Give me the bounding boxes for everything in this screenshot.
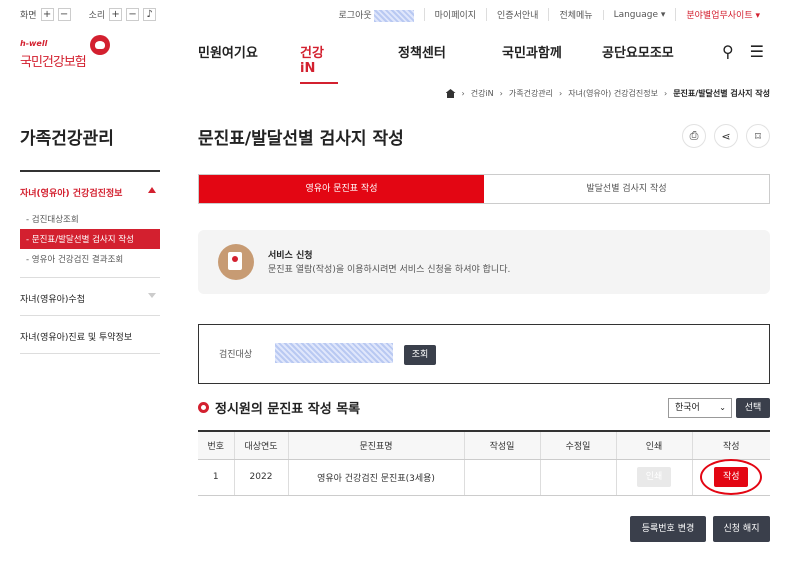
screen-label: 화면 [20, 11, 37, 21]
logo-name: 국민건강보험 [20, 55, 87, 70]
logo-mark-icon [90, 35, 110, 55]
page-title: 문진표/발달선별 검사지 작성 [198, 129, 404, 149]
search-box: 검진대상 조회 [198, 324, 770, 384]
nav-health-in[interactable]: 건강iN [300, 42, 338, 84]
menu-icon[interactable]: ☰ [750, 42, 764, 61]
side-group-child-checkup[interactable]: 자녀(영유아) 건강검진정보 [20, 172, 160, 209]
nav-policy[interactable]: 정책센터 [398, 42, 502, 84]
side-group-child-treatment[interactable]: 자녀(영유아)진료 및 투약정보 [20, 316, 160, 353]
breadcrumb-item[interactable]: 자녀(영유아) 건강검진정보 [568, 88, 658, 99]
screen-zoom-in-button[interactable]: + [40, 8, 54, 21]
col-no: 번호 [198, 430, 234, 460]
change-reg-number-button[interactable]: 등록번호 변경 [630, 516, 706, 542]
language-select[interactable]: 한국어 ⌄ [668, 398, 732, 418]
bookmark-icon[interactable]: ⌑ [746, 124, 770, 148]
location-pin-icon [198, 402, 209, 413]
utility-links: 로그아웃 마이페이지 인증서안내 전체메뉴 Language ▾ 분야별업무사이… [329, 8, 770, 22]
tab-questionnaire[interactable]: 영유아 문진표 작성 [199, 175, 484, 203]
notice-title: 서비스 신청 [268, 251, 313, 261]
chevron-down-icon: ⌄ [719, 403, 726, 412]
user-name-redacted [373, 9, 414, 22]
cell-no: 1 [198, 459, 234, 496]
write-button[interactable]: 작성 [700, 459, 763, 495]
cert-info-link[interactable]: 인증서안내 [486, 8, 548, 22]
accessibility-controls: 화면 + − 소리 + − ♪ [20, 8, 157, 21]
breadcrumb-item[interactable]: 건강iN [471, 88, 494, 99]
sound-down-button[interactable]: − [126, 8, 140, 21]
target-select-redacted[interactable] [275, 343, 393, 363]
site-header: h-well 국민건강보험 민원여기요 건강iN 정책센터 국민과함께 공단요모… [0, 28, 800, 84]
logo-tagline: h-well [20, 39, 48, 48]
side-item-questionnaire[interactable]: - 문진표/발달선별 검사지 작성 [20, 229, 160, 249]
side-item-target-lookup[interactable]: - 검진대상조회 [20, 209, 160, 229]
share-icon[interactable]: ⋖ [714, 124, 738, 148]
screen-zoom-out-button[interactable]: − [57, 8, 71, 21]
list-title: 정시원의 문진표 작성 목록 [198, 398, 360, 417]
cell-year: 2022 [233, 459, 288, 496]
search-icon[interactable]: ⚲ [722, 42, 734, 61]
breadcrumb: › 건강iN › 가족건강관리 › 자녀(영유아) 건강검진정보 › 문진표/발… [445, 88, 770, 99]
print-icon[interactable]: ⎙ [682, 124, 706, 148]
nav-about[interactable]: 공단요모조모 [602, 42, 702, 84]
header-icons: ⚲ ☰ [722, 42, 764, 61]
chevron-up-icon [148, 187, 156, 193]
nav-civil[interactable]: 민원여기요 [198, 42, 300, 84]
side-title: 가족건강관리 [20, 129, 114, 149]
search-label: 검진대상 [219, 350, 253, 360]
nav-with-people[interactable]: 국민과함께 [502, 42, 602, 84]
select-button[interactable]: 선택 [736, 398, 770, 418]
print-button[interactable]: 인쇄 [637, 467, 671, 487]
sound-label: 소리 [88, 11, 106, 21]
speaker-icon[interactable]: ♪ [143, 8, 157, 21]
col-modified: 수정일 [539, 430, 616, 460]
col-name: 문진표명 [287, 430, 464, 460]
col-print: 인쇄 [615, 430, 692, 460]
service-notice: 서비스 신청 문진표 열람(작성)을 이용하시려면 서비스 신청을 하셔야 합니… [198, 230, 770, 294]
language-dropdown[interactable]: Language ▾ [602, 9, 676, 20]
cell-modified [539, 459, 616, 496]
home-icon[interactable] [445, 89, 456, 98]
main-nav: 민원여기요 건강iN 정책센터 국민과함께 공단요모조모 [198, 42, 702, 84]
site-logo[interactable]: h-well 국민건강보험 [20, 35, 120, 71]
cell-created [463, 459, 540, 496]
cell-write: 작성 [691, 459, 770, 496]
tab-bar: 영유아 문진표 작성 발달선별 검사지 작성 [198, 174, 770, 204]
breadcrumb-current: 문진표/발달선별 검사지 작성 [673, 89, 770, 98]
highlight-circle [700, 459, 763, 495]
col-write: 작성 [691, 430, 770, 460]
side-group-child-notebook[interactable]: 자녀(영유아)수첩 [20, 278, 160, 315]
all-menu-link[interactable]: 전체메뉴 [548, 8, 602, 22]
utility-bar: 화면 + − 소리 + − ♪ 로그아웃 마이페이지 인증서안내 전체메뉴 La… [0, 0, 800, 28]
field-site-dropdown[interactable]: 분야별업무사이트 ▾ [675, 8, 770, 22]
lookup-button[interactable]: 조회 [404, 345, 436, 365]
cell-name: 영유아 건강검진 문진표(3세용) [287, 459, 464, 496]
side-nav: 자녀(영유아) 건강검진정보 - 검진대상조회 - 문진표/발달선별 검사지 작… [20, 170, 160, 354]
tab-development-check[interactable]: 발달선별 검사지 작성 [484, 175, 769, 203]
document-icon [218, 244, 254, 280]
chevron-down-icon [148, 293, 156, 298]
cell-print: 인쇄 [615, 459, 692, 496]
table-row: 1 2022 영유아 건강검진 문진표(3세용) 인쇄 작성 [198, 459, 770, 496]
col-year: 대상연도 [233, 430, 288, 460]
questionnaire-table: 번호 대상연도 문진표명 작성일 수정일 인쇄 작성 1 2022 영유아 건강… [198, 430, 770, 496]
col-created: 작성일 [463, 430, 540, 460]
page-tools: ⎙ ⋖ ⌑ [682, 124, 770, 148]
side-item-result[interactable]: - 영유아 건강검진 결과조회 [20, 249, 160, 269]
sound-up-button[interactable]: + [109, 8, 123, 21]
breadcrumb-item[interactable]: 가족건강관리 [509, 88, 553, 99]
notice-desc: 문진표 열람(작성)을 이용하시려면 서비스 신청을 하셔야 합니다. [268, 265, 511, 275]
cancel-application-button[interactable]: 신청 해지 [713, 516, 770, 542]
mypage-link[interactable]: 마이페이지 [423, 8, 486, 22]
logout-link[interactable]: 로그아웃 [329, 8, 424, 22]
